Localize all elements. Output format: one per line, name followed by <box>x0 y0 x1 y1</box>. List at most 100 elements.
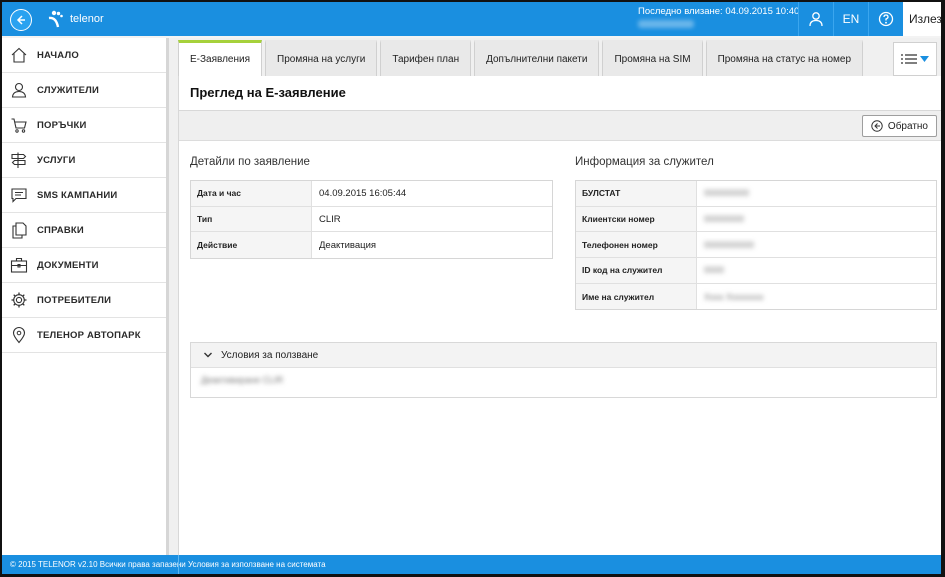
details-section-title: Детайли по заявление <box>190 156 310 168</box>
gear-icon <box>11 292 27 308</box>
table-row: ID код на служител 0000 <box>576 258 936 284</box>
terms-title: Условия за ползване <box>221 349 319 361</box>
sidebar: НАЧАЛО СЛУЖИТЕЛИ ПОРЪЧКИ УСЛУГИ SMS КАМП… <box>2 38 169 555</box>
redacted-value: 0000 <box>704 265 725 276</box>
terms-of-use-link[interactable]: Условия за използване на системата <box>188 560 326 569</box>
sidebar-item-home[interactable]: НАЧАЛО <box>2 38 166 73</box>
back-arrow-button[interactable] <box>10 9 32 31</box>
sidebar-item-label: ПОРЪЧКИ <box>37 119 87 131</box>
table-row: Тип CLIR <box>191 206 552 233</box>
employee-section-title: Информация за служител <box>575 156 714 168</box>
sidebar-item-label: УСЛУГИ <box>37 154 76 166</box>
tab-tariff-plan[interactable]: Тарифен план <box>380 40 472 76</box>
tab-service-change[interactable]: Промяна на услуги <box>265 40 378 76</box>
row-key: Име на служител <box>576 283 697 310</box>
sidebar-item-label: ДОКУМЕНТИ <box>37 259 99 271</box>
cart-icon <box>11 118 27 133</box>
footer-divider <box>178 555 179 574</box>
table-row: Действие Деактивация <box>191 232 552 259</box>
user-name-redacted <box>638 20 694 28</box>
sidebar-item-reports[interactable]: СПРАВКИ <box>2 213 166 248</box>
details-table: Дата и час 04.09.2015 16:05:44 Тип CLIR … <box>190 180 553 260</box>
employee-table: БУЛСТАТ 000000000 Клиентски номер 000000… <box>575 180 937 311</box>
profile-button[interactable] <box>798 2 833 36</box>
action-bar: Обратно <box>179 111 941 141</box>
row-value: 04.09.2015 16:05:44 <box>319 187 407 199</box>
sidebar-item-label: СЛУЖИТЕЛИ <box>37 84 100 96</box>
table-row: Клиентски номер 00000000 <box>576 206 936 233</box>
table-row: Име на служител Xxxx Xxxxxxxx <box>576 283 936 310</box>
tab-additional-packages[interactable]: Допълнителни пакети <box>474 40 600 76</box>
terms-accordion-header[interactable]: Условия за ползване <box>191 343 936 368</box>
sms-icon <box>11 188 27 203</box>
documents-icon <box>12 222 27 239</box>
back-button[interactable]: Обратно <box>861 115 937 137</box>
tab-sim-change[interactable]: Промяна на SIM <box>602 40 703 76</box>
row-value: 000000000 <box>697 181 936 206</box>
location-pin-icon <box>12 327 26 344</box>
briefcase-icon <box>10 257 28 273</box>
row-key: Дата и час <box>191 181 312 206</box>
row-value: 0000 <box>697 258 936 283</box>
telenor-logo-icon <box>48 10 63 28</box>
terms-body: Деактивиране CLIR <box>191 368 936 392</box>
sidebar-item-label: НАЧАЛО <box>37 49 79 61</box>
page-title: Преглед на Е-заявление <box>190 85 346 100</box>
row-key: Телефонен номер <box>576 232 697 258</box>
logo-text: telenor <box>70 13 104 25</box>
top-bar: telenor Последно влизане: 04.09.2015 10:… <box>2 2 941 36</box>
table-row: Телефонен номер 0000000000 <box>576 232 936 259</box>
user-icon <box>11 82 27 98</box>
sidebar-item-documents[interactable]: ДОКУМЕНТИ <box>2 248 166 283</box>
back-button-label: Обратно <box>887 120 928 132</box>
last-login-info: Последно влизане: 04.09.2015 10:40 <box>638 6 799 28</box>
row-value: CLIR <box>319 213 341 225</box>
list-icon <box>901 54 917 64</box>
tabs-menu-button[interactable] <box>893 42 937 76</box>
arrow-left-icon <box>16 15 25 25</box>
redacted-value: Xxxx Xxxxxxxx <box>704 291 764 302</box>
signpost-icon <box>11 152 27 168</box>
app-window: telenor Последно влизане: 04.09.2015 10:… <box>2 2 941 574</box>
terms-accordion: Условия за ползване Деактивиране CLIR <box>190 342 937 398</box>
top-actions: EN Излез <box>798 2 941 36</box>
last-login-label: Последно влизане: 04.09.2015 10:40 <box>638 6 800 17</box>
sidebar-item-orders[interactable]: ПОРЪЧКИ <box>2 108 166 143</box>
caret-down-icon <box>920 56 929 62</box>
sidebar-item-employees[interactable]: СЛУЖИТЕЛИ <box>2 73 166 108</box>
sidebar-item-label: SMS КАМПАНИИ <box>37 189 118 201</box>
terms-text: Деактивиране CLIR <box>201 375 284 385</box>
footer: © 2015 TELENOR v2.10 Всички права запазе… <box>2 555 941 574</box>
home-icon <box>11 47 27 63</box>
row-key: Действие <box>191 232 312 259</box>
sidebar-item-label: СПРАВКИ <box>37 224 84 236</box>
table-row: Дата и час 04.09.2015 16:05:44 <box>191 181 552 207</box>
user-icon <box>809 12 823 27</box>
sidebar-item-fleet[interactable]: ТЕЛЕНОР АВТОПАРК <box>2 318 166 353</box>
row-key: Клиентски номер <box>576 206 697 232</box>
row-value: Xxxx Xxxxxxxx <box>697 284 936 310</box>
copyright-text: © 2015 TELENOR v2.10 Всички права запазе… <box>10 560 186 569</box>
sidebar-item-services[interactable]: УСЛУГИ <box>2 143 166 178</box>
row-value: Деактивация <box>319 239 377 251</box>
tab-e-applications[interactable]: Е-Заявления <box>178 40 263 76</box>
help-button[interactable] <box>868 2 903 36</box>
redacted-value: 00000000 <box>704 214 745 225</box>
row-value: 00000000 <box>697 207 936 232</box>
row-key: ID код на служител <box>576 258 697 283</box>
redacted-value: 000000000 <box>704 188 750 199</box>
tab-number-status-change[interactable]: Промяна на статус на номер <box>705 40 863 76</box>
sidebar-item-label: ПОТРЕБИТЕЛИ <box>37 294 112 306</box>
language-button[interactable]: EN <box>833 2 868 36</box>
row-key: Тип <box>191 206 312 232</box>
sidebar-item-sms-campaigns[interactable]: SMS КАМПАНИИ <box>2 178 166 213</box>
table-row: БУЛСТАТ 000000000 <box>576 181 936 207</box>
help-icon <box>878 11 894 27</box>
content-panel: Преглед на Е-заявление Обратно Детайли п… <box>178 76 941 555</box>
redacted-value: 0000000000 <box>704 239 755 250</box>
logout-button[interactable]: Излез <box>903 2 941 36</box>
sidebar-item-users[interactable]: ПОТРЕБИТЕЛИ <box>2 283 166 318</box>
telenor-logo[interactable]: telenor <box>46 10 104 28</box>
row-value: 0000000000 <box>697 232 936 257</box>
row-key: БУЛСТАТ <box>576 181 697 206</box>
